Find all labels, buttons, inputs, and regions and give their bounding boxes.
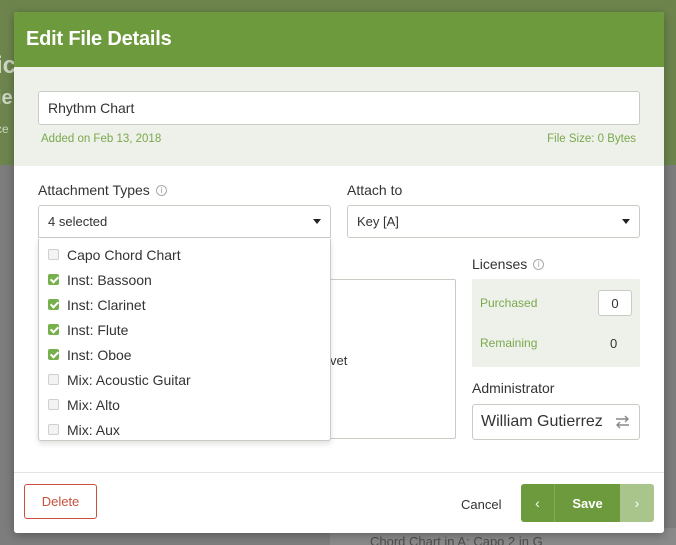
modal-header: Edit File Details xyxy=(14,12,664,67)
attachment-types-dropdown: Capo Chord Chart Inst: Bassoon Inst: Cla… xyxy=(38,239,331,441)
licenses-label: Licenses i xyxy=(472,256,545,272)
licenses-panel: Purchased Remaining 0 xyxy=(472,279,640,367)
checkbox-checked[interactable] xyxy=(48,274,59,285)
option-label: Inst: Bassoon xyxy=(67,271,152,288)
remaining-label: Remaining xyxy=(480,336,538,350)
dropdown-option[interactable]: Inst: Bassoon xyxy=(39,267,330,292)
caret-down-icon xyxy=(313,219,321,224)
checkbox-checked[interactable] xyxy=(48,324,59,335)
purchased-label: Purchased xyxy=(480,296,538,310)
attachment-types-label-text: Attachment Types xyxy=(38,182,150,198)
attach-to-value: Key [A] xyxy=(357,214,399,229)
administrator-label-text: Administrator xyxy=(472,380,555,396)
attachment-types-summary: 4 selected xyxy=(48,214,108,229)
file-info-section: Added on Feb 13, 2018 File Size: 0 Bytes xyxy=(14,67,664,166)
attachment-types-label: Attachment Types i xyxy=(38,182,167,198)
remaining-value: 0 xyxy=(610,336,618,351)
administrator-field[interactable]: William Gutierrez xyxy=(472,404,640,440)
background-row-text: Chord Chart in A: Capo 2 in G xyxy=(370,534,543,545)
added-on-text: Added on Feb 13, 2018 xyxy=(41,133,162,145)
info-icon[interactable]: i xyxy=(533,258,545,270)
option-label: Inst: Flute xyxy=(67,321,129,338)
dropdown-option[interactable]: Mix: Acoustic Guitar xyxy=(39,367,330,392)
attach-to-select[interactable]: Key [A] xyxy=(347,205,640,238)
caret-down-icon xyxy=(622,219,630,224)
edit-file-modal: Edit File Details Added on Feb 13, 2018 … xyxy=(14,12,664,533)
delete-button[interactable]: Delete xyxy=(24,484,97,519)
chevron-left-icon[interactable]: ‹ xyxy=(521,484,555,522)
save-button-group: ‹ Save › xyxy=(521,484,654,522)
administrator-label: Administrator xyxy=(472,380,554,396)
option-label: Mix: Acoustic Guitar xyxy=(67,371,191,388)
purchased-input[interactable] xyxy=(598,290,632,316)
option-label: Inst: Clarinet xyxy=(67,296,146,313)
file-name-input[interactable] xyxy=(38,91,640,125)
option-label: Capo Chord Chart xyxy=(67,246,181,263)
option-label: Inst: Oboe xyxy=(67,346,132,363)
partially-hidden-text: vet xyxy=(330,353,348,368)
checkbox[interactable] xyxy=(48,374,59,385)
option-label: Mix: Aux xyxy=(67,421,120,438)
dropdown-option[interactable]: Inst: Flute xyxy=(39,317,330,342)
checkbox[interactable] xyxy=(48,249,59,260)
save-button[interactable]: Save xyxy=(555,484,620,522)
modal-title: Edit File Details xyxy=(26,28,172,50)
licenses-label-text: Licenses xyxy=(472,256,528,272)
attachment-types-select[interactable]: 4 selected xyxy=(38,205,331,238)
checkbox[interactable] xyxy=(48,399,59,410)
attach-to-label-text: Attach to xyxy=(347,182,403,198)
dropdown-option[interactable]: Inst: Clarinet xyxy=(39,292,330,317)
option-label: Mix: Alto xyxy=(67,396,120,413)
checkbox-checked[interactable] xyxy=(48,349,59,360)
dropdown-option[interactable]: Mix: Aux xyxy=(39,417,330,442)
checkbox[interactable] xyxy=(48,424,59,435)
administrator-name: William Gutierrez xyxy=(481,413,603,430)
cancel-button[interactable]: Cancel xyxy=(461,497,501,512)
swap-icon[interactable] xyxy=(614,414,631,430)
background-text: ce xyxy=(0,122,9,136)
attach-to-label: Attach to xyxy=(347,182,402,198)
file-size-text: File Size: 0 Bytes xyxy=(547,133,636,145)
modal-footer: Delete Cancel ‹ Save › xyxy=(14,472,664,533)
dropdown-option[interactable]: Capo Chord Chart xyxy=(39,242,330,267)
checkbox-checked[interactable] xyxy=(48,299,59,310)
info-icon[interactable]: i xyxy=(155,184,167,196)
background-text: ie xyxy=(0,87,13,109)
dropdown-option[interactable]: Inst: Oboe xyxy=(39,342,330,367)
chevron-right-icon[interactable]: › xyxy=(620,484,654,522)
dropdown-option[interactable]: Mix: Alto xyxy=(39,392,330,417)
